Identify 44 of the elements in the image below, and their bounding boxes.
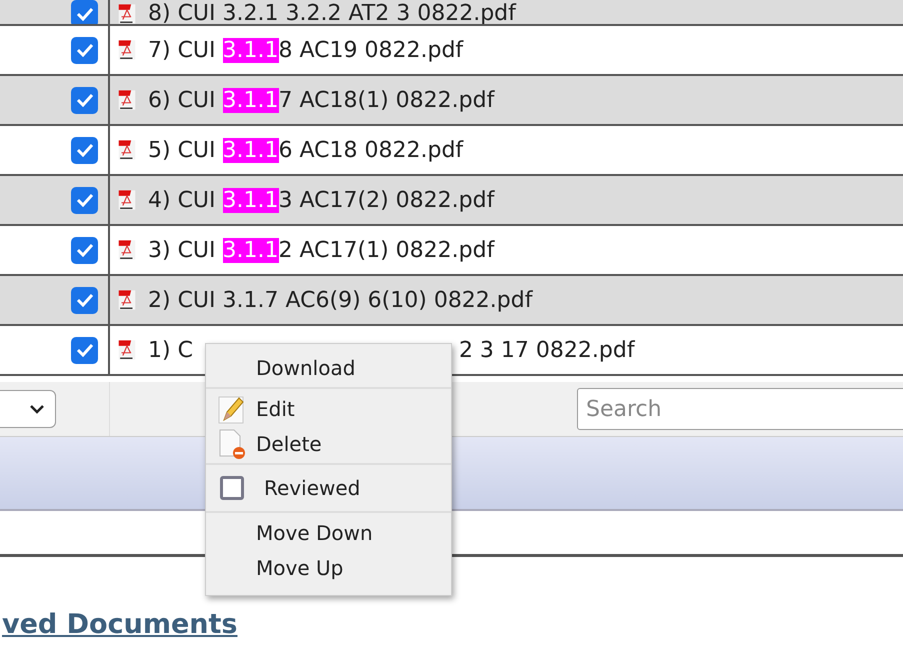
pdf-file-icon <box>116 39 138 61</box>
row-checkbox[interactable] <box>71 36 98 64</box>
caret-icon <box>29 404 45 414</box>
file-name[interactable]: 4) CUI 3.1.13 AC17(2) 0822.pdf <box>148 188 494 212</box>
page-size-select[interactable] <box>0 390 56 428</box>
pdf-file-icon <box>116 2 138 24</box>
pdf-file-icon <box>116 89 138 111</box>
file-name[interactable]: 2 3 17 0822.pdf <box>458 338 635 362</box>
pdf-file-icon <box>116 289 138 311</box>
menu-item[interactable]: Reviewed <box>206 467 451 509</box>
row-checkbox[interactable] <box>71 136 98 164</box>
row-checkbox[interactable] <box>71 236 98 264</box>
menu-item[interactable]: Move Down <box>206 515 451 550</box>
section-link[interactable]: ved Documents <box>2 609 238 640</box>
pdf-file-icon <box>116 239 138 261</box>
search-field[interactable]: Search <box>577 388 903 430</box>
file-name[interactable]: 7) CUI 3.1.18 AC19 0822.pdf <box>148 38 464 62</box>
pencil-icon <box>218 394 246 424</box>
pdf-file-icon <box>116 139 138 161</box>
pdf-file-icon <box>116 339 138 361</box>
pdf-file-icon <box>116 189 138 211</box>
file-name[interactable]: 1) C <box>148 338 193 362</box>
checkmark-icon <box>76 343 94 357</box>
row-checkbox[interactable] <box>71 0 98 24</box>
row-checkbox[interactable] <box>71 86 98 114</box>
row-checkbox[interactable] <box>71 286 98 314</box>
menu-item[interactable]: Move Up <box>206 550 451 585</box>
checkmark-icon <box>76 93 94 107</box>
reviewed-checkbox[interactable] <box>220 476 244 500</box>
menu-item[interactable]: Download <box>206 350 451 385</box>
checkmark-icon <box>76 193 94 207</box>
file-name[interactable]: 3) CUI 3.1.12 AC17(1) 0822.pdf <box>148 238 494 262</box>
menu-item[interactable]: Delete <box>206 426 451 461</box>
row-checkbox[interactable] <box>71 336 98 364</box>
checkmark-icon <box>76 293 94 307</box>
checkmark-icon <box>76 143 94 157</box>
file-name[interactable]: 5) CUI 3.1.16 AC18 0822.pdf <box>148 138 464 162</box>
checkmark-icon <box>76 243 94 257</box>
row-checkbox[interactable] <box>71 186 98 214</box>
document-remove-icon <box>218 428 246 460</box>
file-name[interactable]: 6) CUI 3.1.17 AC18(1) 0822.pdf <box>148 88 494 112</box>
checkmark-icon <box>76 43 94 57</box>
menu-item[interactable]: Edit <box>206 391 451 426</box>
checkmark-icon <box>76 6 94 20</box>
